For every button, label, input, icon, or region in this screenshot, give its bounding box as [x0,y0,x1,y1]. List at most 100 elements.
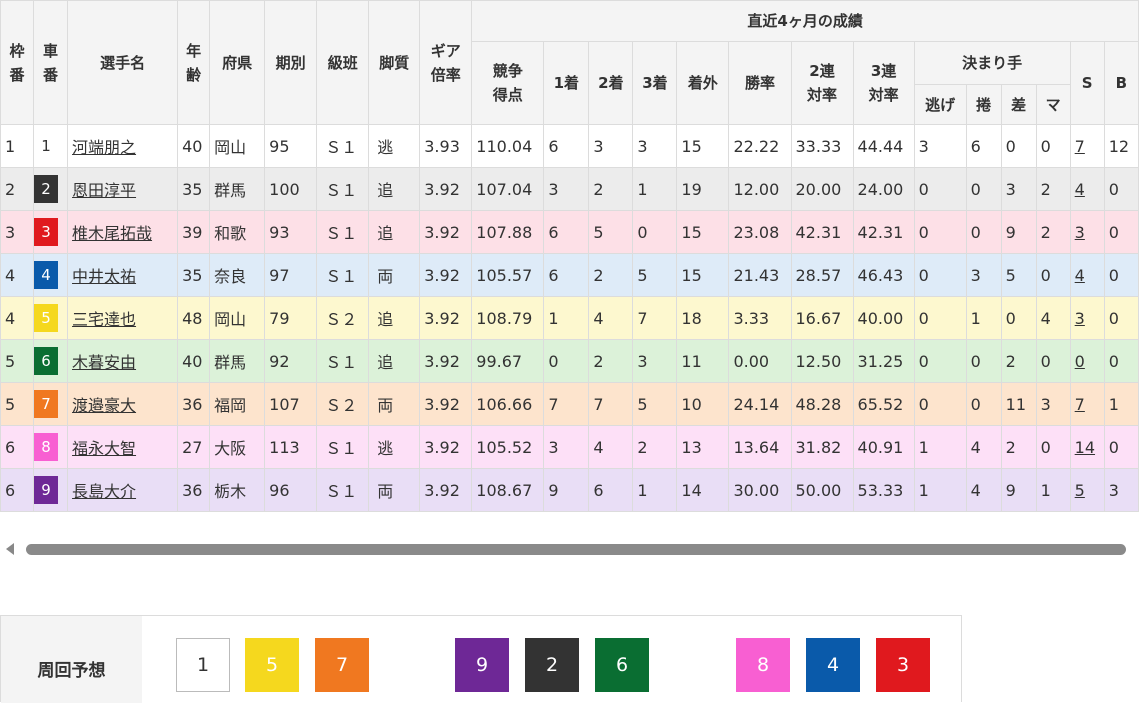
cell-b: 1 [1103,382,1139,426]
cell-name: 長島大介 [67,468,179,512]
cell-s: 14 [1069,425,1105,469]
cell-class: Ｓ２ [316,296,370,340]
forecast-car-9: 9 [455,638,509,692]
cell-makuri: 0 [965,167,1002,211]
s-count-link[interactable]: 14 [1075,438,1095,457]
racer-name-link[interactable]: 渡邉豪大 [72,396,136,415]
s-count-link[interactable]: 4 [1075,266,1085,285]
cell-win: 0.00 [728,339,792,383]
cell-pref: 群馬 [209,167,266,211]
header-makuri: 捲 [965,84,1002,125]
header-leg: 脚質 [368,0,421,125]
cell-out: 15 [676,124,730,168]
cell-sashi: 11 [1000,382,1037,426]
cell-car: 9 [33,468,69,512]
cell-term: 79 [264,296,318,340]
s-count-link[interactable]: 7 [1075,137,1085,156]
cell-age: 35 [177,167,211,211]
cell-win: 30.00 [728,468,792,512]
cell-first: 6 [543,210,590,254]
racer-name-link[interactable]: 椎木尾拓哉 [72,224,152,243]
cell-pref: 奈良 [209,253,266,297]
cell-b: 0 [1103,167,1139,211]
cell-gear: 3.92 [419,210,473,254]
cell-car: 2 [33,167,69,211]
cell-waku: 1 [0,124,35,168]
horizontal-scrollbar[interactable] [0,539,1139,559]
cell-out: 11 [676,339,730,383]
cell-waku: 4 [0,253,35,297]
cell-makuri: 4 [965,468,1002,512]
forecast-car-2: 2 [525,638,579,692]
s-count-link[interactable]: 0 [1075,352,1085,371]
cell-win: 3.33 [728,296,792,340]
cell-sashi: 9 [1000,468,1037,512]
cell-leg: 追 [368,296,421,340]
header-recent-4-months: 直近4ヶ月の成績 [471,0,1139,42]
cell-mark: 0 [1035,124,1071,168]
car-number-badge: 4 [34,261,59,289]
s-count-link[interactable]: 4 [1075,180,1085,199]
s-count-link[interactable]: 3 [1075,223,1085,242]
cell-pref: 群馬 [209,339,266,383]
cell-mark: 0 [1035,339,1071,383]
cell-score: 107.04 [471,167,545,211]
car-number-badge: 5 [34,304,59,332]
racer-name-link[interactable]: 中井太祐 [72,267,136,286]
cell-leg: 両 [368,468,421,512]
cell-r3: 40.00 [852,296,915,340]
cell-gear: 3.92 [419,468,473,512]
scroll-thumb[interactable] [26,544,1126,555]
cell-nige: 3 [913,124,967,168]
cell-out: 13 [676,425,730,469]
cell-class: Ｓ１ [316,167,370,211]
cell-term: 107 [264,382,318,426]
cell-waku: 2 [0,167,35,211]
racer-name-link[interactable]: 福永大智 [72,439,136,458]
cell-score: 108.79 [471,296,545,340]
cell-leg: 追 [368,339,421,383]
cell-mark: 2 [1035,167,1071,211]
cell-r2: 50.00 [790,468,854,512]
scroll-left-arrow-icon[interactable] [6,543,14,555]
racer-name-link[interactable]: 三宅達也 [72,310,136,329]
cell-nige: 0 [913,296,967,340]
cell-waku: 6 [0,425,35,469]
table-row: 4 4 中井太祐 35 奈良 97 Ｓ１ 両 3.92 105.57 6 2 5 15 21.43 28.57… [0,253,1139,297]
header-win-rate: 勝率 [728,41,792,125]
car-number-badge: 1 [34,132,59,160]
cell-nige: 0 [913,210,967,254]
cell-first: 9 [543,468,590,512]
table-row: 6 8 福永大智 27 大阪 113 Ｓ１ 逃 3.92 105.52 3 4 2 13 13.64 31.8… [0,425,1139,469]
cell-r3: 40.91 [852,425,915,469]
cell-term: 95 [264,124,318,168]
table-row: 6 9 長島大介 36 栃木 96 Ｓ１ 両 3.92 108.67 9 6 1 14 30.00 50.00… [0,468,1139,512]
forecast-car-5: 5 [245,638,299,692]
racer-name-link[interactable]: 木暮安由 [72,353,136,372]
cell-r2: 33.33 [790,124,854,168]
lap-forecast-label: 周回予想 [1,616,142,703]
cell-score: 105.57 [471,253,545,297]
cell-makuri: 0 [965,339,1002,383]
racer-name-link[interactable]: 河端朋之 [72,138,136,157]
cell-car: 6 [33,339,69,383]
cell-third: 7 [632,296,678,340]
s-count-link[interactable]: 3 [1075,309,1085,328]
racer-name-link[interactable]: 恩田淳平 [72,181,136,200]
racer-name-link[interactable]: 長島大介 [72,482,136,501]
cell-pref: 岡山 [209,124,266,168]
s-count-link[interactable]: 7 [1075,395,1085,414]
cell-first: 3 [543,425,590,469]
cell-r3: 65.52 [852,382,915,426]
s-count-link[interactable]: 5 [1075,481,1085,500]
cell-leg: 両 [368,382,421,426]
cell-r3: 46.43 [852,253,915,297]
header-mark: マ [1035,84,1071,125]
cell-r2: 20.00 [790,167,854,211]
cell-win: 13.64 [728,425,792,469]
cell-leg: 追 [368,167,421,211]
cell-r3: 44.44 [852,124,915,168]
cell-name: 福永大智 [67,425,179,469]
cell-score: 107.88 [471,210,545,254]
cell-makuri: 1 [965,296,1002,340]
